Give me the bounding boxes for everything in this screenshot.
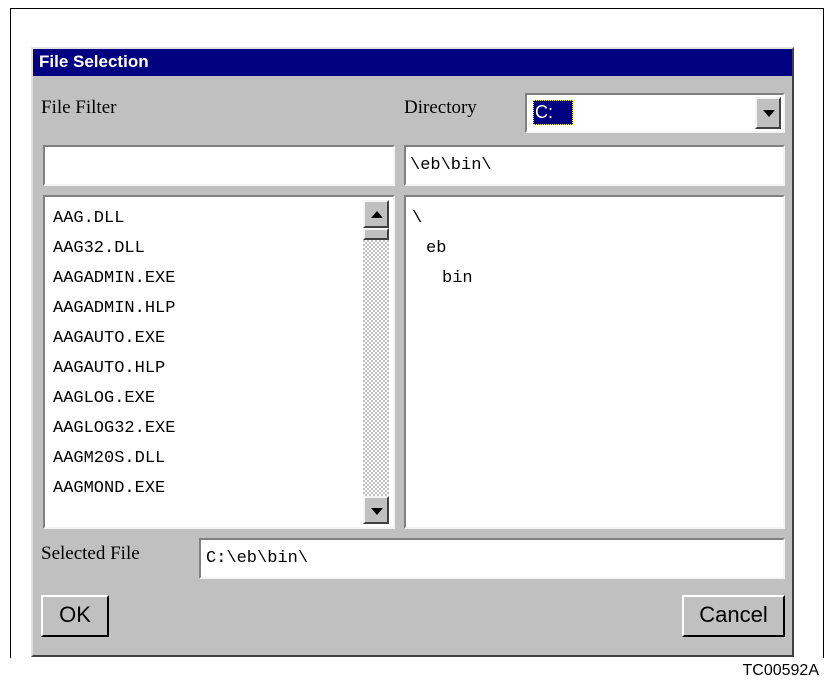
selected-drive: C: [533,100,573,125]
tree-item-root[interactable]: \ [412,209,422,228]
list-item[interactable]: AAGM20S.DLL [53,449,165,468]
list-item[interactable]: AAGAUTO.HLP [53,359,165,378]
file-filter-label: File Filter [41,97,117,118]
tree-item-eb[interactable]: eb [426,239,446,258]
drive-dropdown-button[interactable] [755,97,781,129]
selected-file-value: C:\eb\bin\ [206,549,309,568]
selected-file-input[interactable]: C:\eb\bin\ [199,538,785,579]
list-item[interactable]: AAGAUTO.EXE [53,329,165,348]
title-bar: File Selection [33,49,792,76]
dialog-title: File Selection [39,52,149,71]
selected-file-label: Selected File [41,543,140,564]
scroll-up-button[interactable] [363,200,389,228]
scroll-thumb[interactable] [363,228,389,240]
list-item[interactable]: AAGLOG.EXE [53,389,155,408]
list-item[interactable]: AAGLOG32.EXE [53,419,175,438]
ok-button[interactable]: OK [41,595,109,637]
directory-label: Directory [404,97,477,118]
directory-path-input[interactable]: \eb\bin\ [404,145,785,186]
file-list-scrollbar[interactable] [363,200,389,524]
arrow-up-icon [371,211,383,218]
cancel-button[interactable]: Cancel [682,595,785,637]
chevron-down-icon [763,110,775,117]
directory-drive-select[interactable]: C: [525,93,785,133]
list-item[interactable]: AAG.DLL [53,209,124,228]
tree-item-bin[interactable]: bin [442,269,473,288]
figure-code: TC00592A [742,662,820,679]
file-filter-input[interactable] [43,145,395,186]
list-item[interactable]: AAGADMIN.EXE [53,269,175,288]
file-selection-dialog: File Selection File Filter Directory C: … [31,47,794,657]
directory-path-value: \eb\bin\ [410,156,492,175]
file-list[interactable]: AAG.DLL AAG32.DLL AAGADMIN.EXE AAGADMIN.… [43,195,395,529]
arrow-down-icon [371,508,383,515]
scroll-down-button[interactable] [363,496,389,524]
directory-tree[interactable]: \ eb bin [404,195,785,529]
list-item[interactable]: AAGMOND.EXE [53,479,165,498]
list-item[interactable]: AAG32.DLL [53,239,145,258]
list-item[interactable]: AAGADMIN.HLP [53,299,175,318]
